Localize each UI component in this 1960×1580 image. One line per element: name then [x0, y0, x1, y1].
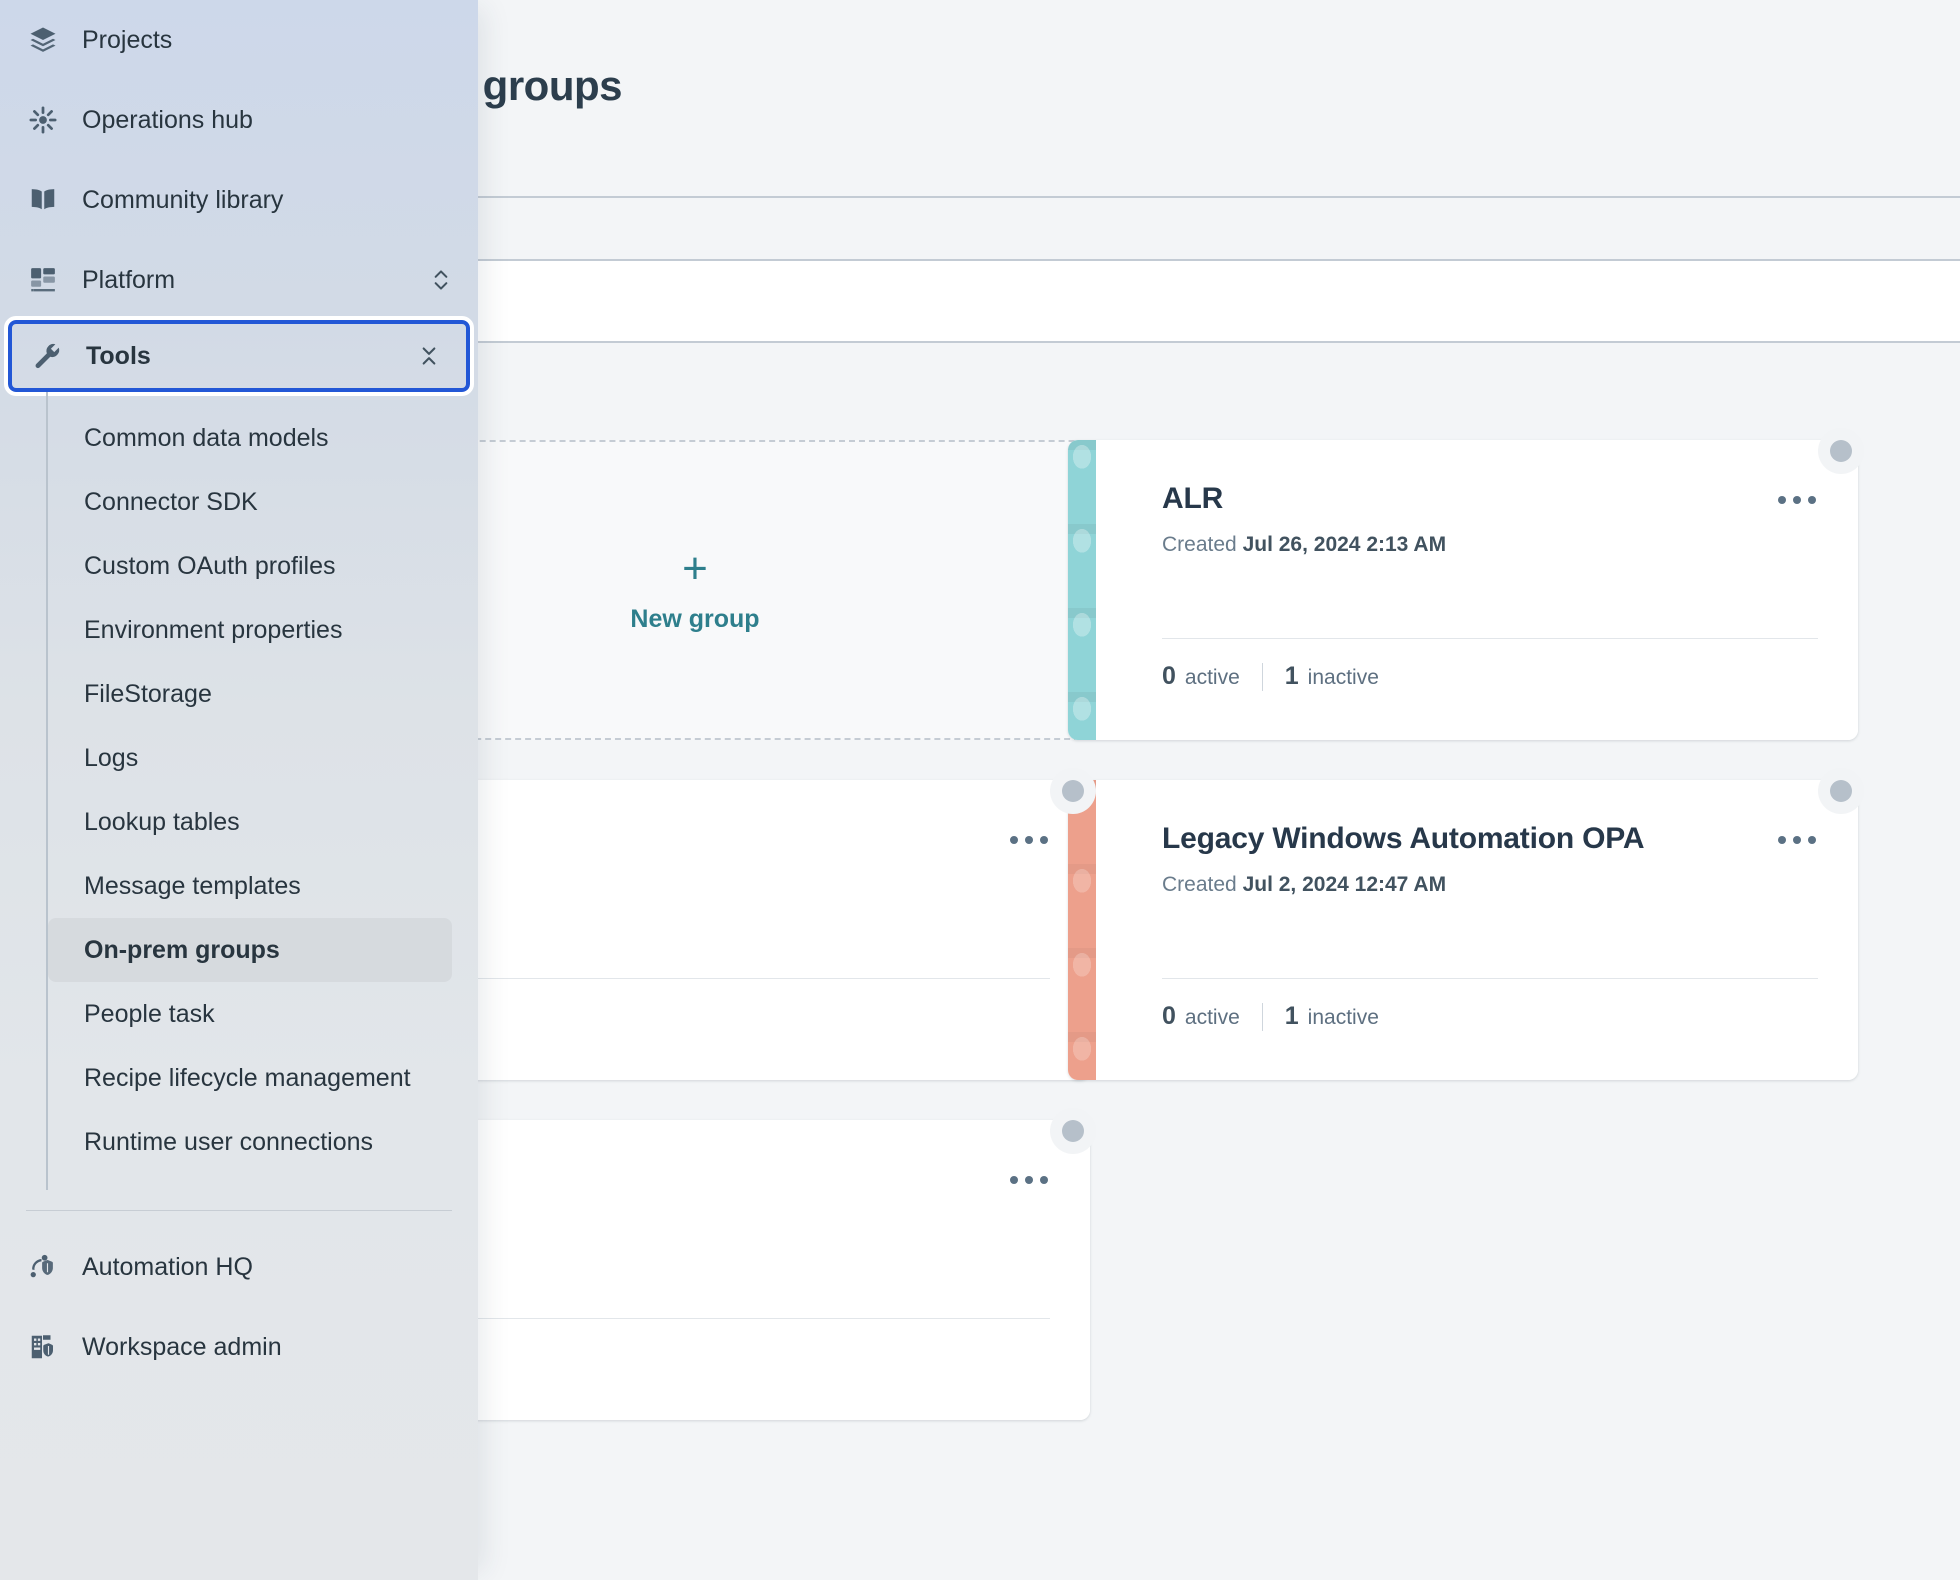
- submenu-item-runtime-user-connections[interactable]: Runtime user connections: [48, 1110, 452, 1174]
- submenu-item-filestorage[interactable]: FileStorage: [48, 662, 452, 726]
- submenu-item-label: Lookup tables: [84, 807, 240, 836]
- status-dot-icon: [1050, 768, 1096, 814]
- card-title: Legacy Windows Automation OPA: [1162, 822, 1645, 855]
- building-shield-icon: [26, 1330, 60, 1364]
- new-group-label: New group: [630, 604, 760, 633]
- card-stats: 0 active 1 inactive: [1162, 1002, 1379, 1031]
- active-count: 0: [1162, 662, 1176, 690]
- sidebar-item-label: Automation HQ: [82, 1252, 253, 1281]
- active-label: active: [1184, 1006, 1240, 1029]
- sidebar-item-workspace-admin[interactable]: Workspace admin: [0, 1307, 478, 1387]
- sidebar-item-label: Platform: [82, 265, 176, 294]
- chevron-collapse-icon[interactable]: [416, 341, 442, 371]
- submenu-item-label: Environment properties: [84, 615, 343, 644]
- inactive-count: 1: [1284, 662, 1299, 690]
- submenu-item-label: Custom OAuth profiles: [84, 551, 336, 580]
- created-label: Created: [1162, 873, 1237, 896]
- submenu-item-label: Common data models: [84, 423, 329, 452]
- submenu-item-label: On-prem groups: [84, 935, 280, 964]
- submenu-item-label: Recipe lifecycle management: [84, 1063, 411, 1092]
- wrench-icon: [30, 339, 64, 373]
- sidebar-item-community-library[interactable]: Community library: [0, 160, 478, 240]
- submenu-item-recipe-lifecycle-management[interactable]: Recipe lifecycle management: [48, 1046, 452, 1110]
- sidebar-nav: Projects Operations hub Community librar…: [0, 0, 478, 1580]
- stat-inactive: 1 inactive: [1285, 662, 1379, 691]
- inactive-count: 1: [1284, 1002, 1299, 1030]
- automation-shield-icon: [26, 1250, 60, 1284]
- created-value: Jul 26, 2024 2:13 AM: [1242, 533, 1447, 556]
- submenu-item-message-templates[interactable]: Message templates: [48, 854, 452, 918]
- active-label: active: [1184, 666, 1240, 689]
- asterisk-icon: [26, 103, 60, 137]
- created-label: Created: [1162, 533, 1237, 556]
- sidebar-item-operations-hub[interactable]: Operations hub: [0, 80, 478, 160]
- chevron-updown-icon[interactable]: [428, 265, 454, 295]
- app-root: On-prem groups + New group ALR: [0, 0, 1960, 1580]
- dashboard-icon: [26, 263, 60, 297]
- more-options-icon[interactable]: [1008, 828, 1050, 852]
- sidebar-divider: [26, 1210, 452, 1211]
- groups-grid: + New group ALR Created Jul 26, 2024 2:1…: [300, 428, 1960, 1580]
- inactive-label: inactive: [1307, 1006, 1379, 1029]
- submenu-item-label: Logs: [84, 743, 139, 772]
- group-card-legacy-windows-automation-opa[interactable]: Legacy Windows Automation OPA Created Ju…: [1068, 768, 1864, 1080]
- sidebar-item-platform[interactable]: Platform: [0, 240, 478, 320]
- stat-separator: [1261, 1002, 1263, 1031]
- book-icon: [26, 183, 60, 217]
- card-stats: 0 active 1 inactive: [1162, 662, 1379, 691]
- submenu-item-label: FileStorage: [84, 679, 212, 708]
- submenu-item-label: Message templates: [84, 871, 301, 900]
- sidebar-item-label: Operations hub: [82, 105, 253, 134]
- sidebar-item-label: Workspace admin: [82, 1332, 282, 1361]
- card-divider: [1162, 638, 1818, 639]
- card-accent-stripe: [1068, 780, 1096, 1080]
- card-divider: [1162, 978, 1818, 979]
- submenu-item-common-data-models[interactable]: Common data models: [48, 406, 452, 470]
- status-dot-icon: [1050, 1108, 1096, 1154]
- submenu-item-environment-properties[interactable]: Environment properties: [48, 598, 452, 662]
- stat-active: 0 active: [1162, 1002, 1240, 1031]
- sidebar-item-automation-hq[interactable]: Automation HQ: [0, 1227, 478, 1307]
- card-created: Created Jul 26, 2024 2:13 AM: [1162, 533, 1818, 557]
- plus-icon: +: [682, 543, 708, 593]
- more-options-icon[interactable]: [1776, 828, 1818, 852]
- group-card-alr[interactable]: ALR Created Jul 26, 2024 2:13 AM 0 activ…: [1068, 428, 1864, 740]
- card-accent-stripe: [1068, 440, 1096, 740]
- inactive-label: inactive: [1307, 666, 1379, 689]
- submenu-item-people-task[interactable]: People task: [48, 982, 452, 1046]
- sidebar-item-label: Community library: [82, 185, 284, 214]
- more-options-icon[interactable]: [1776, 488, 1818, 512]
- sidebar-item-label: Tools: [86, 341, 151, 370]
- created-value: Jul 2, 2024 12:47 AM: [1242, 873, 1447, 896]
- submenu-item-label: Runtime user connections: [84, 1127, 374, 1156]
- sidebar-item-label: Projects: [82, 25, 173, 54]
- tools-submenu: Common data models Connector SDK Custom …: [46, 392, 478, 1190]
- sidebar-item-projects[interactable]: Projects: [0, 0, 478, 80]
- active-count: 0: [1162, 1002, 1176, 1030]
- submenu-item-custom-oauth-profiles[interactable]: Custom OAuth profiles: [48, 534, 452, 598]
- submenu-item-lookup-tables[interactable]: Lookup tables: [48, 790, 452, 854]
- card-created: Created Jul 2, 2024 12:47 AM: [1162, 873, 1818, 897]
- sidebar-item-tools[interactable]: Tools: [4, 316, 474, 396]
- layers-icon: [26, 23, 60, 57]
- status-dot-icon: [1818, 428, 1864, 474]
- submenu-item-on-prem-groups[interactable]: On-prem groups: [48, 918, 452, 982]
- stat-inactive: 1 inactive: [1285, 1002, 1379, 1031]
- submenu-item-label: Connector SDK: [84, 487, 258, 516]
- card-title: ALR: [1162, 482, 1224, 515]
- stat-active: 0 active: [1162, 662, 1240, 691]
- stat-separator: [1261, 662, 1263, 691]
- more-options-icon[interactable]: [1008, 1168, 1050, 1192]
- submenu-item-connector-sdk[interactable]: Connector SDK: [48, 470, 452, 534]
- status-dot-icon: [1818, 768, 1864, 814]
- submenu-item-logs[interactable]: Logs: [48, 726, 452, 790]
- submenu-item-label: People task: [84, 999, 215, 1028]
